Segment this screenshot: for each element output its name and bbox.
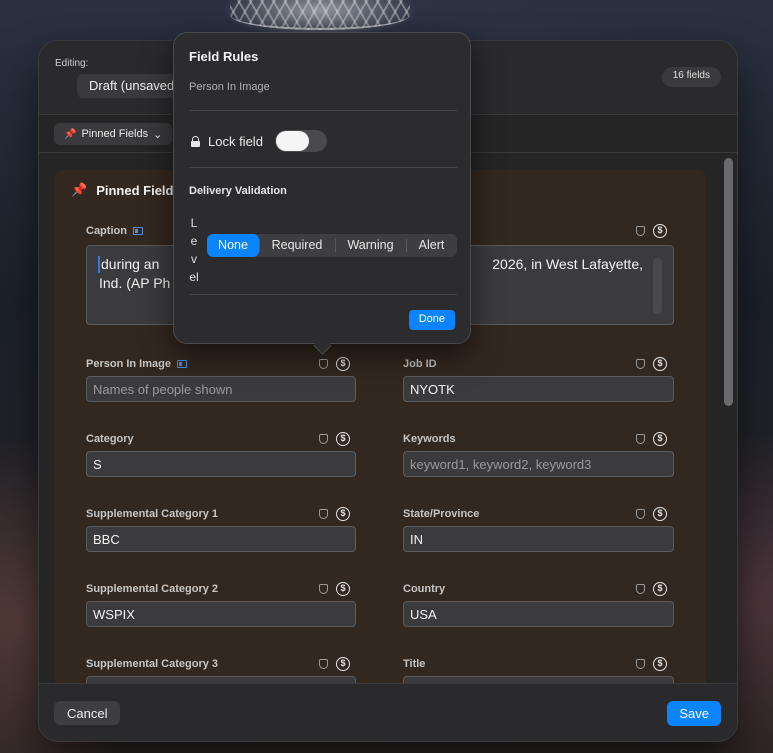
basketball-net-image xyxy=(230,0,410,30)
shield-icon[interactable] xyxy=(319,434,328,444)
shield-icon[interactable] xyxy=(636,584,645,594)
level-label: Level xyxy=(189,216,199,284)
supplemental-category-1-input[interactable]: BBC xyxy=(86,526,356,552)
lock-field-toggle[interactable] xyxy=(274,130,327,152)
field-rules-icon[interactable]: $ xyxy=(336,357,350,371)
caption-scrollbar[interactable] xyxy=(653,258,662,314)
person-card-icon xyxy=(132,227,143,235)
sheet-footer: Cancel Save xyxy=(39,683,737,741)
field-rules-icon[interactable]: $ xyxy=(653,657,667,671)
divider xyxy=(189,294,457,295)
caption-label-text: Caption xyxy=(86,225,127,237)
sheet-scrollbar[interactable] xyxy=(724,158,733,406)
field-rules-icon[interactable]: $ xyxy=(653,224,667,238)
pin-icon: 📌 xyxy=(71,182,88,197)
field-rules-icon[interactable]: $ xyxy=(653,582,667,596)
caption-text-line1: during an xyxy=(101,256,160,272)
supplemental-category-2-input[interactable]: WSPIX xyxy=(86,601,356,627)
field-rules-icon[interactable]: $ xyxy=(336,432,350,446)
lock-icon xyxy=(191,135,200,147)
state-province-input[interactable]: IN xyxy=(403,526,674,552)
toggle-knob xyxy=(275,131,309,151)
shield-icon[interactable] xyxy=(636,509,645,519)
person-card-icon xyxy=(176,360,187,368)
level-option-warning[interactable]: Warning xyxy=(335,234,406,257)
shield-icon[interactable] xyxy=(319,659,328,669)
supplemental-category-3-label: Supplemental Category 3 xyxy=(86,658,219,670)
field-rules-icon[interactable]: $ xyxy=(653,432,667,446)
fields-count-badge: 16 fields xyxy=(661,67,721,87)
shield-icon[interactable] xyxy=(319,509,328,519)
popover-subtitle: Person In Image xyxy=(189,81,270,93)
pinned-fields-label: Pinned Fields xyxy=(81,128,149,140)
person-in-image-label-text: Person In Image xyxy=(86,358,171,370)
field-rules-icon[interactable]: $ xyxy=(653,507,667,521)
done-button[interactable]: Done xyxy=(408,310,455,330)
category-label: Category xyxy=(86,433,134,445)
keywords-label: Keywords xyxy=(403,433,456,445)
field-rules-popover: Field Rules Person In Image Lock field D… xyxy=(173,32,471,355)
job-id-input[interactable]: NYOTK xyxy=(403,376,674,402)
field-rules-icon[interactable]: $ xyxy=(336,657,350,671)
pinned-card-title-text: Pinned Fields xyxy=(96,182,181,198)
pin-icon: 📌 xyxy=(64,128,77,140)
shield-icon[interactable] xyxy=(636,659,645,669)
caption-text-line2: Ind. (AP Ph xyxy=(99,275,171,291)
field-rules-icon[interactable]: $ xyxy=(336,582,350,596)
supplemental-category-1-label: Supplemental Category 1 xyxy=(86,508,219,520)
validation-level-segmented-control: None Required Warning Alert xyxy=(207,234,457,257)
category-input[interactable]: S xyxy=(86,451,356,477)
country-label: Country xyxy=(403,583,446,595)
level-option-none[interactable]: None xyxy=(207,234,259,257)
title-label: Title xyxy=(403,658,426,670)
shield-icon[interactable] xyxy=(319,584,328,594)
caption-label: Caption xyxy=(86,225,143,237)
lock-field-label: Lock field xyxy=(208,133,263,149)
person-in-image-input[interactable]: Names of people shown xyxy=(86,376,356,402)
popover-title: Field Rules xyxy=(189,49,259,64)
editing-label: Editing: xyxy=(55,58,89,69)
divider xyxy=(189,167,457,168)
save-button[interactable]: Save xyxy=(667,701,721,726)
pinned-card-title: 📌 Pinned Fields xyxy=(71,182,181,198)
shield-icon[interactable] xyxy=(636,434,645,444)
level-option-alert[interactable]: Alert xyxy=(406,234,457,257)
caption-text-line1-end: 2026, in West Lafayette, xyxy=(492,256,643,272)
lock-field-row: Lock field xyxy=(189,130,327,152)
country-input[interactable]: USA xyxy=(403,601,674,627)
keywords-input[interactable]: keyword1, keyword2, keyword3 xyxy=(403,451,674,477)
delivery-validation-title: Delivery Validation xyxy=(189,185,287,197)
chevron-down-icon: ⌄ xyxy=(153,128,163,141)
cancel-button[interactable]: Cancel xyxy=(54,701,121,725)
supplemental-category-2-label: Supplemental Category 2 xyxy=(86,583,219,595)
job-id-label: Job ID xyxy=(403,358,437,370)
text-caret xyxy=(98,256,100,273)
shield-icon[interactable] xyxy=(319,359,328,369)
shield-icon[interactable] xyxy=(636,226,645,236)
field-rules-icon[interactable]: $ xyxy=(653,357,667,371)
shield-icon[interactable] xyxy=(636,359,645,369)
level-option-required[interactable]: Required xyxy=(259,234,335,257)
person-in-image-label: Person In Image xyxy=(86,358,187,370)
state-province-label: State/Province xyxy=(403,508,480,520)
pinned-fields-button[interactable]: 📌 Pinned Fields ⌄ xyxy=(54,123,173,145)
field-rules-icon[interactable]: $ xyxy=(336,507,350,521)
divider xyxy=(189,110,457,111)
